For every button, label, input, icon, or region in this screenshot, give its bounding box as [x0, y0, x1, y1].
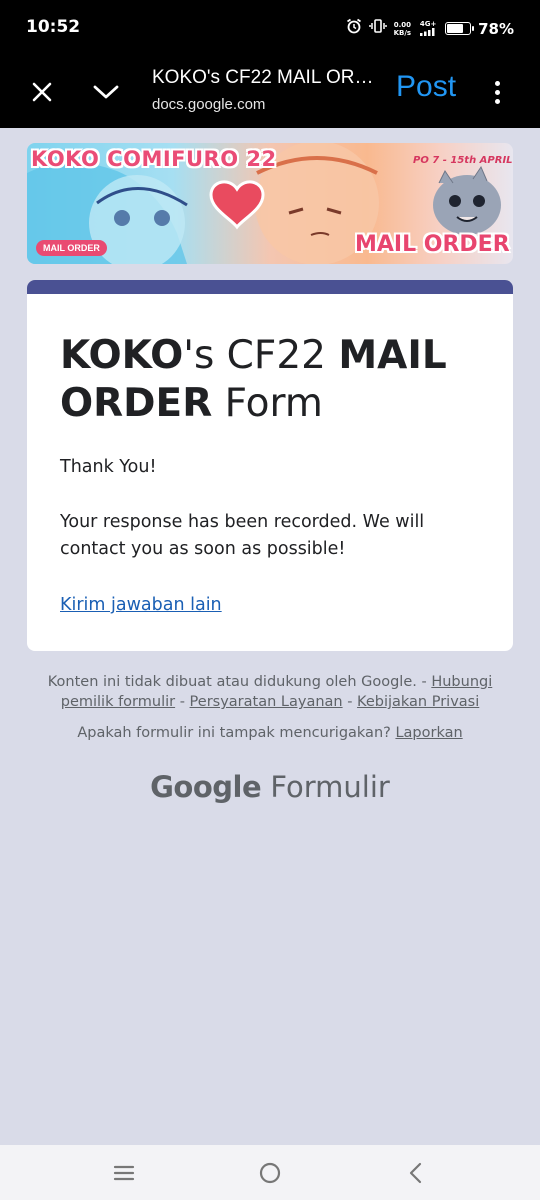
chevron-down-icon: [93, 85, 119, 99]
brand-product: Formulir: [270, 770, 390, 804]
close-button[interactable]: [26, 76, 58, 108]
alarm-icon: [346, 18, 362, 39]
net-speed-unit: KB/s: [393, 28, 412, 37]
net-speed-value: 0.00: [393, 20, 411, 29]
suspicious-text: Apakah formulir ini tampak mencurigakan?: [77, 725, 396, 741]
page-url: docs.google.com: [152, 96, 266, 113]
minimize-button[interactable]: [90, 76, 122, 108]
privacy-link[interactable]: Kebijakan Privasi: [357, 694, 479, 710]
disclaimer-text: Konten ini tidak dibuat atau didukung ol…: [47, 674, 432, 690]
status-icons: 0.00 KB/s 4G+ 78%: [346, 18, 514, 39]
page-title: KOKO's CF22 MAIL ORDER Form: [152, 67, 374, 88]
app-bar: KOKO's CF22 MAIL ORDER Form docs.google.…: [0, 56, 540, 128]
network-type: 4G+: [419, 19, 437, 28]
status-time: 10:52: [26, 17, 81, 37]
submit-another-response-link[interactable]: Kirim jawaban lain: [60, 595, 222, 615]
banner-po-dates: PO 7 - 15th APRIL: [413, 155, 513, 166]
separator: -: [175, 694, 190, 710]
system-nav-bar: [0, 1145, 540, 1200]
signal: 4G+: [418, 20, 438, 38]
close-icon: [32, 82, 52, 102]
back-chevron-icon: [409, 1162, 422, 1184]
vibrate-icon: [368, 18, 387, 39]
dot: [494, 98, 500, 104]
form-title: KOKO's CF22 MAIL ORDER Form: [60, 332, 490, 428]
dot: [494, 89, 500, 95]
report-line: Apakah formulir ini tampak mencurigakan?…: [30, 725, 510, 741]
post-button[interactable]: Post: [396, 70, 456, 104]
circle-home-icon: [259, 1162, 281, 1184]
card-accent-bar: [27, 280, 513, 294]
form-title-part: 's CF22: [183, 333, 339, 378]
battery-percent: 78%: [478, 19, 514, 38]
response-message: Your response has been recorded. We will…: [60, 512, 425, 559]
back-button[interactable]: [402, 1159, 430, 1187]
menu-icon: [113, 1165, 135, 1181]
thank-you-text: Thank You!: [60, 457, 157, 477]
report-link[interactable]: Laporkan: [395, 725, 462, 741]
form-header-banner: KOKO COMIFURO 22 MAIL ORDER PO 7 - 15th …: [27, 143, 513, 264]
home-button[interactable]: [256, 1159, 284, 1187]
battery-icon: [445, 22, 475, 35]
status-bar: 10:52 0.00 KB/s 4G+ 78%: [0, 0, 540, 56]
terms-link[interactable]: Persyaratan Layanan: [190, 694, 343, 710]
banner-badge: MAIL ORDER: [36, 240, 107, 256]
form-title-part: Form: [212, 381, 323, 426]
separator: -: [342, 694, 358, 710]
confirmation-card: KOKO's CF22 MAIL ORDER Form Thank You! Y…: [27, 280, 513, 651]
brand-google: Google: [150, 770, 262, 804]
banner-title: KOKO COMIFURO 22: [31, 147, 277, 171]
net-speed: 0.00 KB/s: [394, 21, 411, 37]
battery-level: [447, 24, 464, 33]
signal-bars-icon: [420, 27, 435, 36]
more-options-button[interactable]: [490, 76, 504, 108]
recents-button[interactable]: [110, 1159, 138, 1187]
footer-disclaimer: Konten ini tidak dibuat atau didukung ol…: [30, 672, 510, 712]
form-title-part: KOKO: [60, 333, 184, 378]
google-forms-logo[interactable]: Google Formulir: [0, 770, 540, 804]
dot: [494, 80, 500, 86]
banner-mail-order: MAIL ORDER: [355, 232, 510, 257]
